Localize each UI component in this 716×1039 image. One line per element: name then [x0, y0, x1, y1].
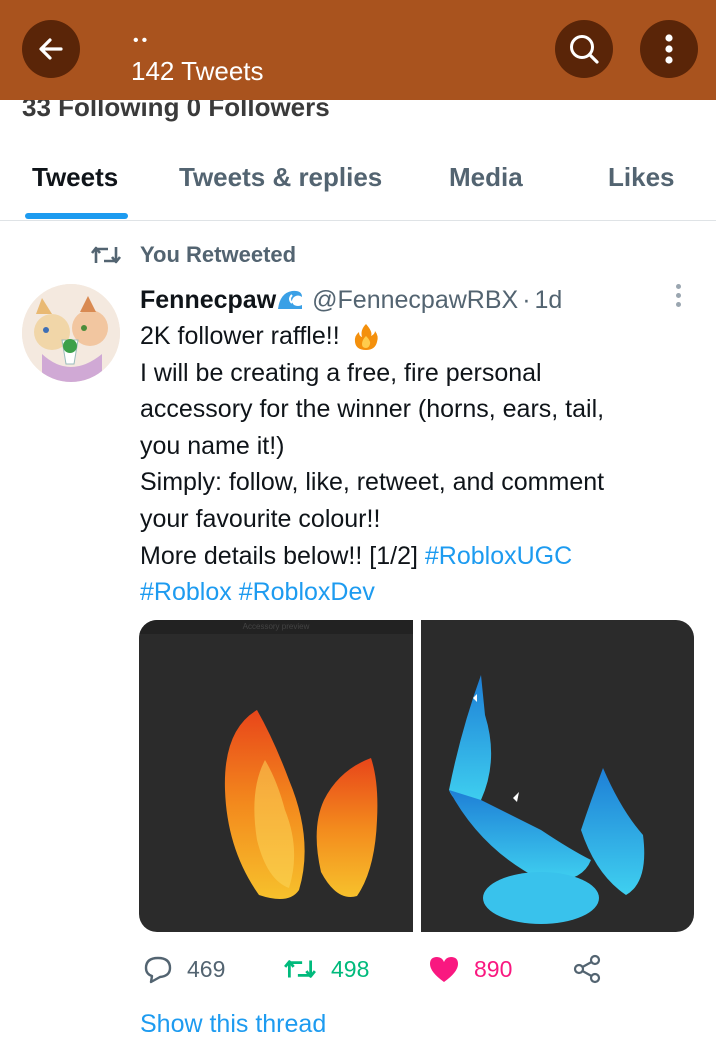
retweet-context: You Retweeted: [90, 238, 296, 272]
like-button[interactable]: 890: [428, 950, 512, 988]
vertical-dots-icon: [665, 34, 673, 64]
details-text: More details below!! [1/2]: [140, 541, 418, 570]
tweet-line: I will be creating a free, fire personal: [140, 358, 542, 387]
retweet-icon: [284, 960, 316, 978]
tweet-line-text: 2K follower raffle!!: [140, 322, 340, 350]
retweet-label: You Retweeted: [140, 242, 297, 267]
tweet-line: you name it!): [140, 431, 285, 460]
wave-emoji-icon: [278, 290, 303, 309]
fire-ears-illustration: [224, 710, 378, 899]
retweet-icon: [90, 246, 122, 264]
tweet-line: #Roblox #RobloxDev: [140, 574, 700, 611]
dot-icon: [675, 284, 681, 289]
tweet-line: 2K follower raffle!!: [140, 318, 700, 355]
tab-tweets-replies[interactable]: Tweets & replies: [179, 162, 382, 193]
profile-header: •• 142 Tweets: [0, 0, 716, 100]
heart-icon: [430, 957, 458, 982]
author-handle[interactable]: @FennecpawRBX: [312, 286, 518, 315]
profile-tabs: Tweets Tweets & replies Media Likes: [0, 150, 716, 221]
search-icon: [570, 35, 599, 64]
author-avatar[interactable]: [22, 284, 120, 382]
tweet-media[interactable]: Accessory preview: [139, 620, 694, 932]
tab-likes[interactable]: Likes: [608, 162, 675, 193]
ice-horns-illustration: [449, 675, 645, 924]
share-button[interactable]: [572, 950, 602, 988]
dot-icon: [675, 293, 681, 298]
dot-icon: [675, 302, 681, 307]
hashtag-link[interactable]: #Roblox: [140, 578, 232, 606]
media-image-horns[interactable]: [421, 620, 694, 932]
share-icon: [573, 954, 601, 984]
separator-dot: ·: [522, 285, 531, 314]
search-button[interactable]: [555, 20, 613, 78]
back-arrow-icon: [39, 38, 63, 60]
show-thread-link[interactable]: Show this thread: [140, 1010, 326, 1039]
more-options-button[interactable]: [640, 20, 698, 78]
active-tab-indicator: [25, 213, 128, 219]
tab-media[interactable]: Media: [449, 162, 523, 193]
author-name[interactable]: Fennecpaw: [140, 286, 276, 315]
fire-emoji-icon: [354, 324, 378, 351]
header-name-placeholder: ••: [133, 32, 151, 49]
tweet-line: More details below!! [1/2] #RobloxUGC: [140, 538, 700, 575]
retweet-button[interactable]: 498: [283, 950, 369, 988]
like-count: 890: [474, 955, 513, 982]
retweet-count: 498: [331, 955, 370, 982]
tweet-line: accessory for the winner (horns, ears, t…: [140, 395, 605, 424]
media-caption: Accessory preview: [139, 620, 413, 634]
tweet-options-button[interactable]: [668, 284, 688, 314]
tweet-time[interactable]: 1d: [535, 286, 563, 315]
reply-button[interactable]: 469: [143, 950, 225, 988]
avatar-illustration: [22, 284, 120, 382]
tweet-text: 2K follower raffle!! I will be creating …: [140, 318, 700, 611]
tab-tweets[interactable]: Tweets: [32, 162, 118, 193]
media-image-ears[interactable]: Accessory preview: [139, 620, 413, 932]
tweet-header: Fennecpaw @FennecpawRBX · 1d: [140, 282, 562, 318]
back-button[interactable]: [22, 20, 80, 78]
reply-count: 469: [187, 955, 226, 982]
tweet-count: 142 Tweets: [131, 56, 264, 86]
reply-icon: [144, 956, 172, 984]
hashtag-link[interactable]: #RobloxDev: [239, 578, 375, 606]
hashtag-link[interactable]: #RobloxUGC: [425, 542, 572, 570]
tweet-line: Simply: follow, like, retweet, and comme…: [140, 468, 605, 497]
tweet-line: your favourite colour!!: [140, 504, 381, 533]
